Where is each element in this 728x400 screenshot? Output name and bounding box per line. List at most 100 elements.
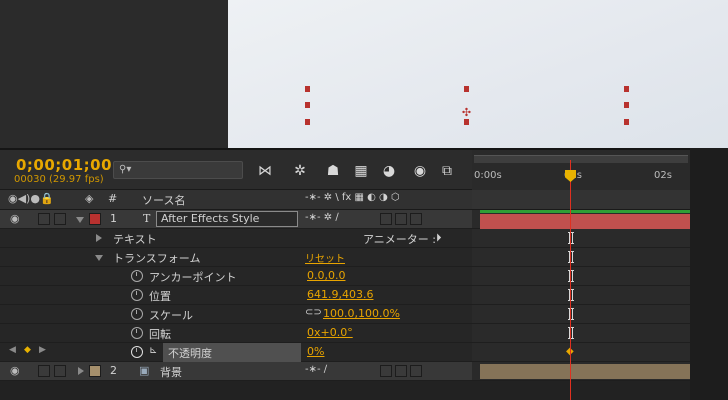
motion-blur-icon[interactable]: ◕ (378, 161, 400, 181)
shy-layers-icon[interactable]: ☗ (322, 161, 344, 181)
layer-label-color[interactable] (89, 365, 101, 377)
bounding-handle[interactable] (464, 86, 469, 92)
search-input[interactable]: ⚲▾ (113, 161, 243, 179)
layer-number: 2 (110, 364, 117, 377)
bounding-handle[interactable] (624, 102, 629, 108)
solo-toggle[interactable] (54, 365, 66, 377)
expand-toggle-icon[interactable] (76, 217, 84, 223)
expand-toggle-icon[interactable] (78, 367, 84, 375)
property-row-scale[interactable]: スケール ⊂⊃ 100.0,100.0% (0, 305, 472, 324)
draft-3d-icon[interactable]: ✲ (290, 161, 310, 181)
layer-name[interactable]: 背景 (160, 364, 182, 380)
bounding-handle[interactable] (624, 119, 629, 125)
layer-label-color[interactable] (89, 213, 101, 225)
property-row-anchor-point[interactable]: アンカーポイント 0.0,0.0 (0, 267, 472, 286)
switch-box[interactable] (380, 365, 392, 377)
stopwatch-icon[interactable] (131, 308, 143, 320)
frame-count: 00030 (29.97 fps) (14, 174, 104, 185)
animator-play-icon[interactable]: ⏵ (436, 231, 442, 245)
text-group-label: テキスト (113, 233, 157, 246)
switch-box[interactable] (410, 365, 422, 377)
track-row (472, 324, 690, 343)
panel-edge (690, 148, 728, 400)
bounding-handle[interactable] (305, 86, 310, 92)
position-value[interactable]: 641.9,403.6 (307, 288, 373, 301)
stopwatch-active-icon[interactable] (131, 346, 143, 358)
property-row-opacity[interactable]: ◀ ◆ ▶ ⊾ 不透明度 0% (0, 343, 472, 362)
text-layer-icon: T (143, 212, 151, 225)
visibility-eye-icon[interactable]: ◉ (10, 364, 20, 377)
playhead-line[interactable] (570, 160, 571, 400)
column-source-name[interactable]: ソース名 (142, 192, 185, 208)
expand-toggle-icon[interactable] (95, 255, 103, 261)
animator-menu[interactable]: アニメーター : (363, 231, 436, 247)
property-row-position[interactable]: 位置 641.9,403.6 (0, 286, 472, 305)
layer-name[interactable]: After Effects Style (156, 211, 298, 227)
composition-viewer[interactable]: ✣ (0, 0, 728, 148)
transform-group-row[interactable]: トランスフォーム リセット (0, 248, 472, 267)
graph-icon[interactable]: ⊾ (149, 345, 157, 356)
layer-row-2[interactable]: ◉ 2 ▣ 背景 -∗- ∕ (0, 362, 472, 381)
work-area-bar[interactable] (480, 210, 690, 213)
prev-keyframe-icon[interactable]: ◀ (9, 345, 16, 355)
bounding-handle[interactable] (305, 119, 310, 125)
av-features-icon[interactable]: ◉◀)●🔒 (8, 192, 54, 205)
layer-switches[interactable]: -∗- ∕ (305, 364, 327, 375)
opacity-value[interactable]: 0% (307, 345, 324, 358)
layer-row-1[interactable]: ◉ 1 T After Effects Style -∗- ✲ ∕ (0, 210, 472, 229)
composition-canvas[interactable] (228, 0, 728, 148)
reset-link[interactable]: リセット (305, 250, 345, 265)
timeline-graph-header (472, 190, 690, 210)
text-group-row[interactable]: テキスト アニメーター : ⏵ (0, 229, 472, 248)
switch-box[interactable] (395, 365, 407, 377)
layer-1-track[interactable] (472, 210, 690, 229)
transform-group-label: トランスフォーム (113, 252, 201, 265)
anchor-point-icon[interactable]: ✣ (461, 107, 472, 118)
track-row: ◆ (472, 343, 690, 362)
label-icon[interactable]: ◈ (85, 192, 93, 205)
scale-value[interactable]: 100.0,100.0% (323, 307, 400, 320)
track-row (472, 229, 690, 248)
audio-toggle[interactable] (38, 213, 50, 225)
frame-blending-icon[interactable]: ▦ (350, 161, 372, 181)
property-row-rotation[interactable]: 回転 0x+0.0° (0, 324, 472, 343)
anchor-point-value[interactable]: 0.0,0.0 (307, 269, 345, 282)
visibility-eye-icon[interactable]: ◉ (10, 212, 20, 225)
time-ruler[interactable]: 0:00s 01s 02s (472, 150, 690, 190)
empty-row (0, 381, 472, 400)
stopwatch-icon[interactable] (131, 289, 143, 301)
switch-box[interactable] (395, 213, 407, 225)
time-navigator[interactable] (474, 155, 688, 163)
bounding-handle[interactable] (464, 119, 469, 125)
column-header: ◉◀)●🔒 ◈ # ソース名 -∗- ✲ \ fx ▦ ◐ ◑ ⬡ (0, 190, 472, 210)
property-label: スケール (149, 309, 193, 322)
layer-2-track[interactable] (472, 362, 690, 381)
brainstorm-icon[interactable]: ◉ (409, 161, 431, 181)
comp-mini-flowchart-icon[interactable]: ⋈ (254, 161, 276, 181)
timeline-toolbar: 0;00;01;00 00030 (29.97 fps) ⚲▾ ⋈ ✲ ☗ ▦ … (0, 150, 690, 190)
constrain-proportions-icon[interactable]: ⊂⊃ (305, 307, 322, 318)
bounding-handle[interactable] (624, 86, 629, 92)
expand-toggle-icon[interactable] (96, 234, 102, 242)
stopwatch-icon[interactable] (131, 270, 143, 282)
add-keyframe-icon[interactable]: ◆ (24, 345, 31, 355)
current-timecode[interactable]: 0;00;01;00 (16, 156, 112, 174)
rotation-value[interactable]: 0x+0.0° (307, 326, 353, 339)
layer-1-duration-bar[interactable] (480, 214, 690, 229)
stopwatch-icon[interactable] (131, 327, 143, 339)
property-label[interactable]: 不透明度 (163, 343, 301, 362)
switch-box[interactable] (380, 213, 392, 225)
property-label: 回転 (149, 328, 171, 341)
column-number: # (108, 192, 118, 205)
next-keyframe-icon[interactable]: ▶ (39, 345, 46, 355)
audio-toggle[interactable] (38, 365, 50, 377)
switch-box[interactable] (410, 213, 422, 225)
layer-2-duration-bar[interactable] (480, 364, 690, 379)
solo-toggle[interactable] (54, 213, 66, 225)
property-label: アンカーポイント (149, 271, 237, 284)
track-row (472, 248, 690, 267)
layer-switches[interactable]: -∗- ✲ ∕ (305, 212, 339, 223)
track-row (472, 267, 690, 286)
bounding-handle[interactable] (305, 102, 310, 108)
graph-editor-icon[interactable]: ⧉ (436, 161, 458, 181)
